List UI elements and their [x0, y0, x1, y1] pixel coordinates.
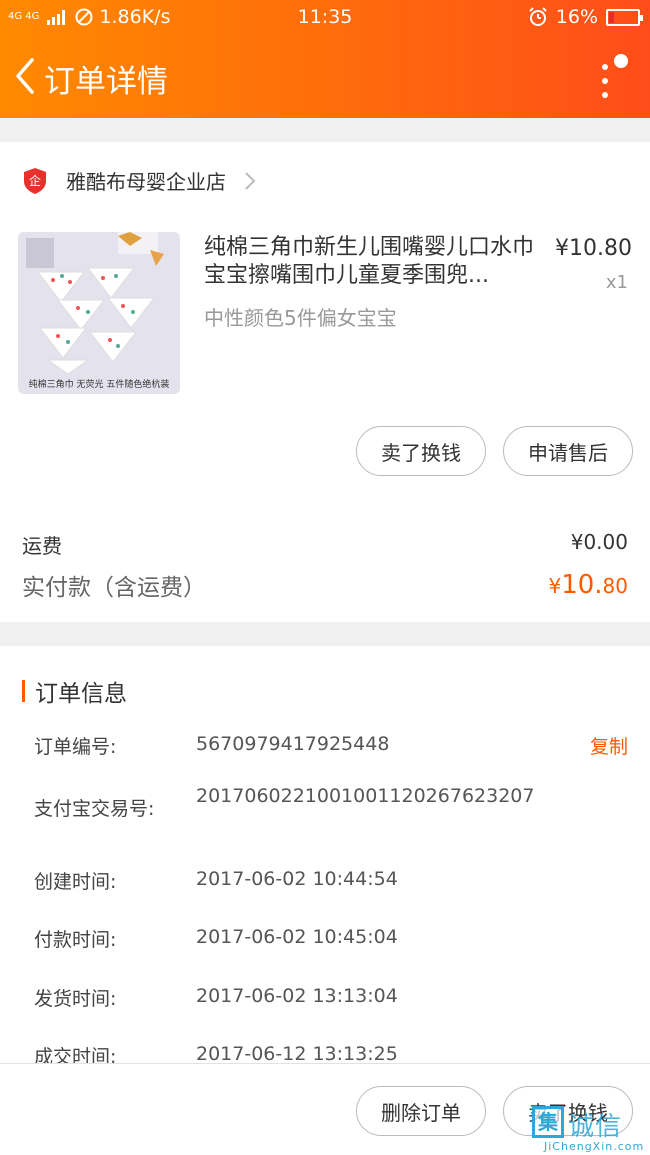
paid-currency: ¥: [548, 574, 562, 598]
shipping-value: ¥0.00: [570, 530, 628, 554]
back-arrow-icon[interactable]: [10, 54, 40, 98]
shipping-label: 运费: [22, 534, 62, 558]
paid-time-value: 2017-06-02 10:45:04: [196, 926, 398, 948]
alipay-trade-label: 支付宝交易号:: [34, 798, 155, 820]
status-bar: 4G 4G 1.86K/s 11:35 16%: [0, 0, 650, 36]
watermark-box: 集: [532, 1106, 564, 1138]
battery-percent: 16%: [555, 6, 598, 28]
copy-order-number-button[interactable]: 复制: [590, 732, 628, 759]
sell-for-cash-button[interactable]: 卖了换钱: [356, 426, 486, 476]
product-photo: [18, 232, 180, 394]
paid-decimal: 80: [602, 574, 628, 598]
shop-name: 雅酷布母婴企业店: [66, 170, 226, 194]
shop-link[interactable]: 企 雅酷布母婴企业店: [22, 166, 256, 195]
paid-time-label: 付款时间:: [34, 929, 117, 951]
svg-text:企: 企: [29, 173, 41, 188]
paid-amount: ¥10.80: [548, 570, 628, 600]
product-price: ¥10.80: [555, 236, 632, 261]
section-accent-bar: [22, 680, 25, 702]
order-info-title: 订单信息: [35, 681, 127, 707]
delete-order-button[interactable]: 删除订单: [356, 1086, 486, 1136]
shipped-time-value: 2017-06-02 13:13:04: [196, 985, 398, 1007]
alarm-icon: [529, 7, 547, 26]
page-title: 订单详情: [44, 64, 168, 100]
battery-level: [609, 11, 614, 23]
created-time-value: 2017-06-02 10:44:54: [196, 868, 398, 890]
product-image[interactable]: 纯棉三角巾 无荧光 五件随色绝杭装: [18, 232, 180, 394]
paid-integer: 10.: [561, 570, 603, 600]
watermark-text: 诚信: [568, 1112, 623, 1142]
alipay-trade-value: 2017060221001001120267623207: [196, 785, 535, 807]
order-item-card: 企 雅酷布母婴企业店 纯棉三角巾 无荧光 五件随色绝杭装 纯棉三角巾新生儿围嘴婴…: [0, 142, 650, 622]
notification-dot: [614, 54, 628, 68]
product-spec: 中性颜色5件偏女宝宝: [204, 306, 397, 330]
image-caption: 纯棉三角巾 无荧光 五件随色绝杭装: [28, 380, 170, 390]
product-quantity: x1: [605, 272, 628, 293]
shipped-time-label: 发货时间:: [34, 988, 117, 1010]
paid-label: 实付款（含运费）: [22, 575, 206, 601]
watermark-url: JiChengXin.com: [544, 1140, 645, 1153]
order-number-value: 5670979417925448: [196, 733, 390, 755]
chevron-right-icon: [245, 171, 256, 190]
nav-bar: 订单详情: [0, 44, 650, 108]
order-info-card: 订单信息 订单编号: 5670979417925448 复制 支付宝交易号: 2…: [0, 646, 650, 1068]
watermark-logo: 集 诚信 JiChengXin.com: [530, 1104, 644, 1154]
more-menu-icon[interactable]: [594, 52, 628, 102]
order-info-header: 订单信息: [22, 674, 127, 708]
enterprise-shop-icon: 企: [24, 167, 46, 194]
order-number-label: 订单编号:: [34, 736, 117, 758]
top-bar: 4G 4G 1.86K/s 11:35 16% 订单详情: [0, 0, 650, 118]
created-time-label: 创建时间:: [34, 871, 117, 893]
battery-icon: [606, 8, 643, 26]
after-sale-button[interactable]: 申请售后: [503, 426, 633, 476]
product-title[interactable]: 纯棉三角巾新生儿围嘴婴儿口水巾宝宝擦嘴围巾儿童夏季围兜...: [204, 234, 534, 290]
